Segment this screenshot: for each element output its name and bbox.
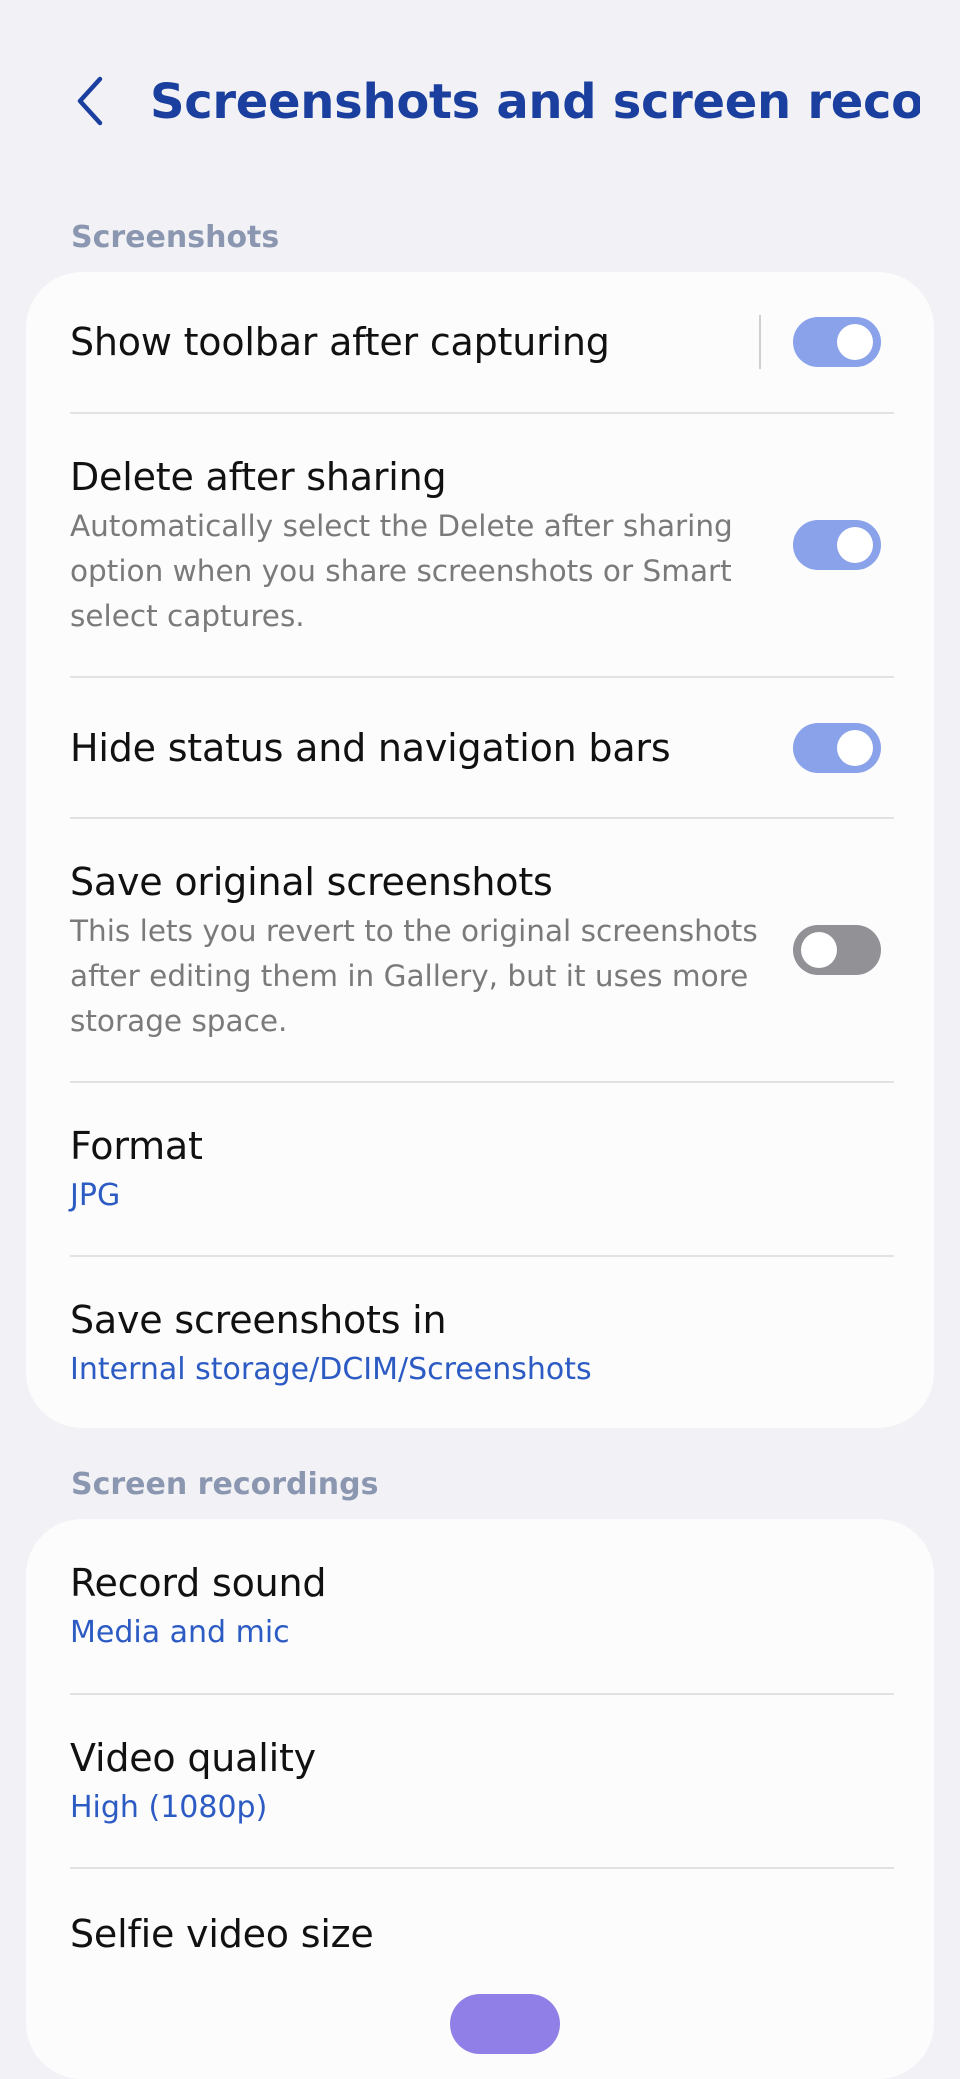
setting-title: Record sound [70,1561,327,1605]
setting-title: Show toolbar after capturing [70,320,610,364]
toggle-knob [837,324,873,360]
hide-bars-toggle[interactable] [793,722,881,773]
save-original-toggle[interactable] [793,925,881,975]
setting-save-screenshots-in[interactable]: Save screenshots in Internal storage/DCI… [26,1257,934,1428]
toggle-knob [837,527,873,563]
chevron-left-icon [77,76,103,126]
setting-value: Media and mic [70,1615,290,1650]
setting-title: Selfie video size [70,1912,374,1956]
setting-selfie-video-size[interactable]: Selfie video size [26,1869,934,1999]
setting-show-toolbar[interactable]: Show toolbar after capturing [26,272,934,412]
setting-record-sound[interactable]: Record sound Media and mic [26,1519,934,1693]
setting-description: This lets you revert to the original scr… [70,913,758,1038]
page-title: Screenshots and screen reco... [150,74,920,130]
screenshots-card: Show toolbar after capturing Delete afte… [26,272,934,1428]
toggle-knob [801,932,837,968]
divider-vertical [759,315,761,369]
setting-value: High (1080p) [70,1790,268,1825]
section-label-screenshots: Screenshots [71,220,280,255]
setting-title: Format [70,1124,203,1168]
setting-title: Video quality [70,1736,316,1780]
setting-value: JPG [70,1178,121,1213]
delete-after-sharing-toggle[interactable] [793,520,881,570]
show-toolbar-toggle[interactable] [793,317,881,367]
toggle-knob [837,729,873,766]
setting-video-quality[interactable]: Video quality High (1080p) [26,1695,934,1867]
section-label-screen-recordings: Screen recordings [71,1467,379,1502]
setting-title: Save screenshots in [70,1297,447,1342]
setting-title: Delete after sharing [70,454,447,499]
setting-hide-status-navigation-bars[interactable]: Hide status and navigation bars [26,678,934,817]
setting-description: Automatically select the Delete after sh… [70,508,733,633]
setting-format[interactable]: Format JPG [26,1083,934,1255]
back-button[interactable] [62,66,118,136]
setting-value: Internal storage/DCIM/Screenshots [70,1351,592,1387]
setting-delete-after-sharing[interactable]: Delete after sharing Automatically selec… [26,414,934,676]
setting-save-original-screenshots[interactable]: Save original screenshots This lets you … [26,819,934,1081]
app-header: Screenshots and screen reco... [0,0,960,205]
setting-title: Save original screenshots [70,859,553,904]
floating-button[interactable] [450,1994,560,2054]
setting-title: Hide status and navigation bars [70,725,671,770]
